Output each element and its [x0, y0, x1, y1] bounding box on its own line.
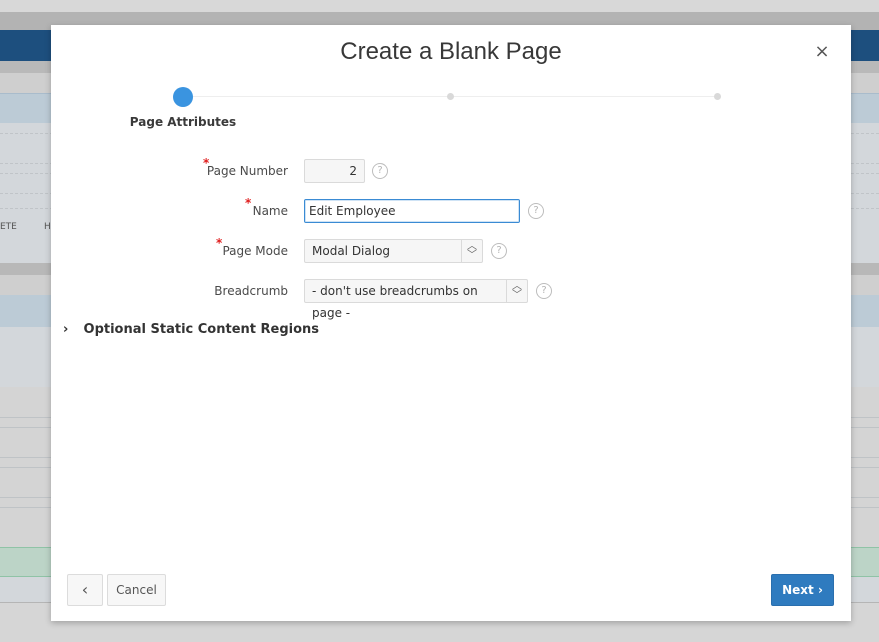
previous-button[interactable]: ‹ — [67, 574, 103, 606]
breadcrumb-row: Breadcrumb - don't use breadcrumbs on pa… — [51, 279, 851, 320]
breadcrumb-label: Breadcrumb — [214, 284, 288, 298]
chevron-left-icon: ‹ — [81, 580, 89, 599]
wizard-step-1-active — [173, 87, 193, 107]
dialog-title: Create a Blank Page — [340, 38, 562, 65]
breadcrumb-select[interactable]: - don't use breadcrumbs on page - ︿ ﹀ — [304, 279, 528, 320]
page-mode-row: * Page Mode Modal Dialog ︿ ﹀ ? — [51, 236, 851, 263]
help-icon[interactable]: ? — [536, 283, 552, 299]
breadcrumb-value: - don't use breadcrumbs on page - — [312, 284, 478, 320]
bg-button-partial: H — [44, 222, 51, 232]
create-blank-page-dialog: Create a Blank Page × Page Attributes * … — [51, 25, 851, 621]
name-row: * Name Edit Employee ? — [51, 196, 851, 223]
wizard-step-2 — [447, 93, 454, 100]
chevron-updown-icon: ︿ ﹀ — [461, 240, 482, 262]
wizard-step-label: Page Attributes — [129, 115, 237, 129]
optional-static-content-regions-toggle[interactable]: › Optional Static Content Regions — [63, 322, 319, 337]
page-number-input[interactable]: 2 — [304, 159, 365, 183]
chevron-right-icon: › — [63, 322, 69, 337]
optional-section-label: Optional Static Content Regions — [83, 322, 320, 337]
wizard-step-3 — [714, 93, 721, 100]
required-marker: * — [245, 196, 252, 210]
next-label: Next — [782, 583, 814, 597]
name-label: Name — [252, 204, 288, 218]
name-input[interactable]: Edit Employee — [304, 199, 520, 223]
close-icon[interactable]: × — [811, 41, 833, 63]
page-mode-select[interactable]: Modal Dialog ︿ ﹀ — [304, 239, 483, 263]
help-icon[interactable]: ? — [372, 163, 388, 179]
help-icon[interactable]: ? — [528, 203, 544, 219]
page-number-row: * Page Number 2 ? — [51, 156, 851, 183]
chevron-right-icon: › — [817, 583, 823, 597]
page-mode-label: Page Mode — [222, 244, 288, 258]
page-mode-value: Modal Dialog — [312, 244, 391, 258]
cancel-button[interactable]: Cancel — [107, 574, 166, 606]
next-button[interactable]: Next › — [771, 574, 834, 606]
page-number-label: Page Number — [206, 164, 288, 178]
browser-strip — [0, 0, 879, 12]
help-icon[interactable]: ? — [491, 243, 507, 259]
bg-button-partial: ETE — [0, 222, 17, 232]
chevron-updown-icon: ︿ ﹀ — [506, 280, 527, 302]
required-marker: * — [216, 236, 223, 250]
